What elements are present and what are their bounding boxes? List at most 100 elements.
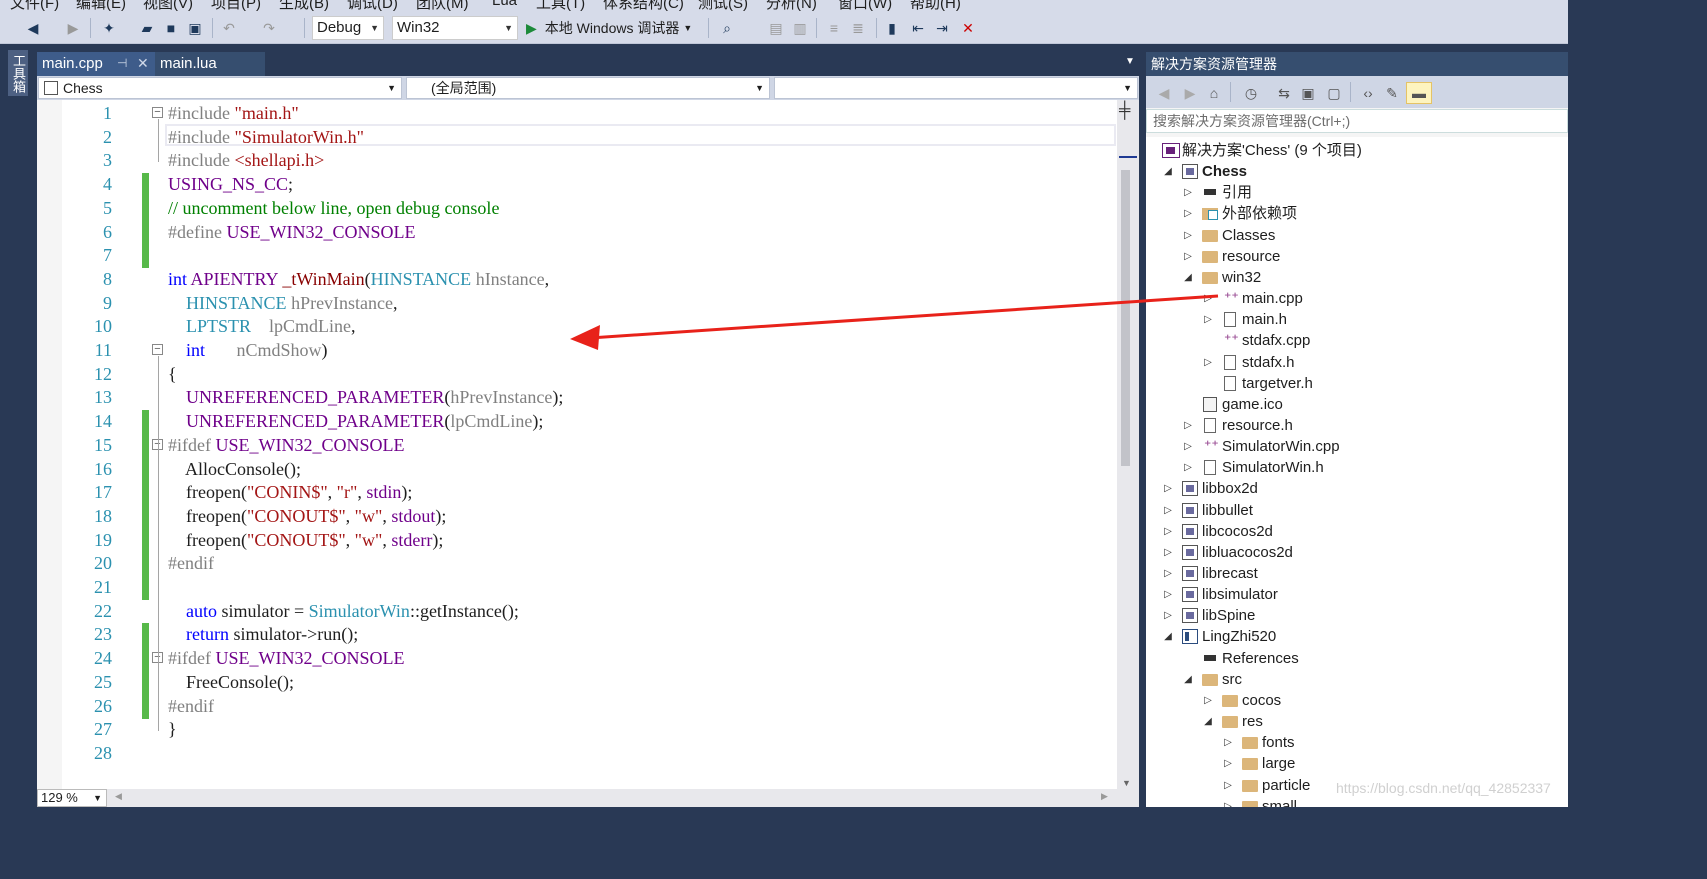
code-line[interactable]: 5 // uncomment below line, open debug con… [37, 196, 1117, 221]
scroll-left-icon[interactable]: ◀ [115, 791, 122, 802]
expand-icon[interactable]: ▷ [1202, 309, 1214, 330]
vertical-scrollbar[interactable]: ╪ ▼ [1117, 100, 1139, 790]
menu-item[interactable]: 编辑(E) [76, 0, 126, 12]
code-line[interactable]: 1 − #include "main.h" [37, 102, 1117, 126]
code-line[interactable]: 6 #define USE_WIN32_CONSOLE [37, 220, 1117, 245]
properties-icon[interactable]: ✎ [1382, 82, 1402, 104]
code-line[interactable]: 15−#ifdef USE_WIN32_CONSOLE [37, 433, 1117, 458]
menu-item[interactable]: 视图(V) [143, 0, 193, 12]
expand-icon[interactable]: ▷ [1182, 225, 1194, 246]
collapse-icon[interactable]: ◢ [1182, 267, 1194, 288]
clear-bookmarks-icon[interactable]: ✕ [958, 17, 978, 39]
expand-icon[interactable]: ▷ [1222, 796, 1234, 807]
bookmark-icon[interactable]: ▮ [882, 17, 902, 39]
menu-item[interactable]: 团队(M) [416, 0, 469, 12]
config-select[interactable]: Debug ▼ [312, 16, 384, 40]
code-line[interactable]: 28 [37, 742, 1117, 766]
undo-icon[interactable]: ↶ [218, 17, 240, 39]
menu-item[interactable]: 文件(F) [10, 0, 59, 12]
collapse-icon[interactable]: ◢ [1162, 161, 1174, 182]
code-line[interactable]: 27} [37, 718, 1117, 742]
code-line[interactable]: 2 #include "SimulatorWin.h" [37, 126, 1117, 150]
home-icon[interactable]: ⌂ [1204, 82, 1224, 104]
solution-search-input[interactable]: 搜索解决方案资源管理器(Ctrl+;) [1146, 109, 1568, 133]
menu-item[interactable]: 窗口(W) [838, 0, 892, 12]
expand-icon[interactable]: ▷ [1202, 352, 1214, 373]
back-icon[interactable]: ◀ [22, 17, 44, 39]
code-line[interactable]: 3 #include <shellapi.h> [37, 149, 1117, 173]
sync-icon[interactable]: ⇆ [1274, 82, 1294, 104]
expand-icon[interactable]: ▷ [1222, 753, 1234, 774]
next-bookmark-icon[interactable]: ⇥ [932, 17, 952, 39]
code-line[interactable]: 22 auto simulator = SimulatorWin::getIns… [37, 600, 1117, 624]
collapse-icon[interactable]: ◢ [1162, 626, 1174, 647]
close-icon[interactable]: ✕ [137, 52, 149, 75]
code-line[interactable]: 12 { [37, 363, 1117, 387]
show-all-files-icon[interactable]: ▢ [1324, 82, 1344, 104]
code-line[interactable]: 21 [37, 576, 1117, 600]
collapse-icon[interactable]: ◢ [1182, 669, 1194, 690]
code-line[interactable]: 10 LPTSTR lpCmdLine, [37, 315, 1117, 339]
fold-toggle-icon[interactable]: − [152, 107, 163, 118]
menu-item[interactable]: 工具(T) [536, 0, 585, 12]
tab-main-cpp[interactable]: main.cpp ⊣ ✕ [37, 52, 155, 76]
expand-icon[interactable]: ▷ [1162, 500, 1174, 521]
expand-icon[interactable]: ▷ [1222, 775, 1234, 796]
code-line[interactable]: 16 AllocConsole(); [37, 457, 1117, 482]
split-icon[interactable]: ╪ [1119, 102, 1130, 120]
scope-dropdown[interactable]: (全局范围) ▼ [406, 77, 770, 99]
menu-item[interactable]: 分析(N) [766, 0, 817, 12]
forward-icon[interactable]: ▶ [62, 17, 84, 39]
expand-icon[interactable]: ▷ [1202, 690, 1214, 711]
code-line[interactable]: 23 return simulator->run(); [37, 623, 1117, 648]
forward-icon[interactable]: ▶ [1180, 82, 1200, 104]
code-line[interactable]: 18 freopen("CONOUT$", "w", stdout); [37, 504, 1117, 529]
member-dropdown[interactable]: ▼ [774, 77, 1138, 99]
save-all-icon[interactable]: ▣ [184, 17, 206, 39]
code-line[interactable]: 26 #endif [37, 694, 1117, 719]
code-line[interactable]: 9 HINSTANCE hPrevInstance, [37, 292, 1117, 316]
scroll-right-icon[interactable]: ▶ [1101, 791, 1108, 802]
expand-icon[interactable]: ▷ [1182, 457, 1194, 478]
expand-icon[interactable]: ▷ [1162, 605, 1174, 626]
code-line[interactable]: 24−#ifdef USE_WIN32_CONSOLE [37, 647, 1117, 672]
menu-item[interactable]: 测试(S) [698, 0, 748, 12]
expand-icon[interactable]: ▷ [1162, 478, 1174, 499]
collapse-all-icon[interactable]: ▣ [1298, 82, 1318, 104]
code-line[interactable]: 20 #endif [37, 552, 1117, 577]
scroll-down-icon[interactable]: ▼ [1122, 778, 1131, 788]
platform-select[interactable]: Win32 ▼ [392, 16, 518, 40]
expand-icon[interactable]: ▷ [1202, 288, 1214, 309]
save-icon[interactable]: ■ [160, 17, 182, 39]
expand-icon[interactable]: ▷ [1182, 415, 1194, 436]
expand-icon[interactable]: ▷ [1182, 182, 1194, 203]
zoom-select[interactable]: 129 % ▼ [37, 789, 107, 807]
comment-icon[interactable]: ≡ [824, 17, 844, 39]
collapse-icon[interactable]: ◢ [1202, 711, 1214, 732]
start-debug-button[interactable]: ▶ 本地 Windows 调试器 ▼ [526, 17, 706, 39]
view-code-icon[interactable]: ‹› [1358, 82, 1378, 104]
toolbox-tab[interactable]: 工具箱 [8, 50, 28, 96]
horizontal-scrollbar[interactable]: 129 % ▼ ◀ ▶ [37, 789, 1139, 807]
code-line[interactable]: 17 freopen("CONIN$", "r", stdin); [37, 481, 1117, 506]
code-line[interactable]: 7 [37, 244, 1117, 269]
preview-icon[interactable]: ▬ [1406, 82, 1432, 104]
menu-item[interactable]: Lua [492, 0, 517, 9]
code-line[interactable]: 19 freopen("CONOUT$", "w", stderr); [37, 528, 1117, 553]
project-dropdown[interactable]: Chess ▼ [38, 77, 402, 99]
menu-item[interactable]: 体系结构(C) [603, 0, 684, 12]
expand-icon[interactable]: ▷ [1162, 542, 1174, 563]
menu-item[interactable]: 生成(B) [279, 0, 329, 12]
menu-item[interactable]: 帮助(H) [910, 0, 961, 12]
tab-main-lua[interactable]: main.lua [155, 52, 265, 76]
expand-icon[interactable]: ▷ [1162, 563, 1174, 584]
prev-bookmark-icon[interactable]: ⇤ [908, 17, 928, 39]
expand-icon[interactable]: ▷ [1182, 203, 1194, 224]
expand-icon[interactable]: ▷ [1182, 246, 1194, 267]
code-line[interactable]: 25 FreeConsole(); [37, 670, 1117, 695]
code-line[interactable]: 13 UNREFERENCED_PARAMETER(hPrevInstance)… [37, 386, 1117, 410]
new-item-icon[interactable]: ✦ [96, 17, 122, 39]
layout-icon[interactable]: ▤ [766, 17, 786, 39]
code-text-area[interactable]: 1− #include "main.h" 2 #include "SimulatorW… [37, 100, 1139, 790]
layout2-icon[interactable]: ▥ [790, 17, 810, 39]
